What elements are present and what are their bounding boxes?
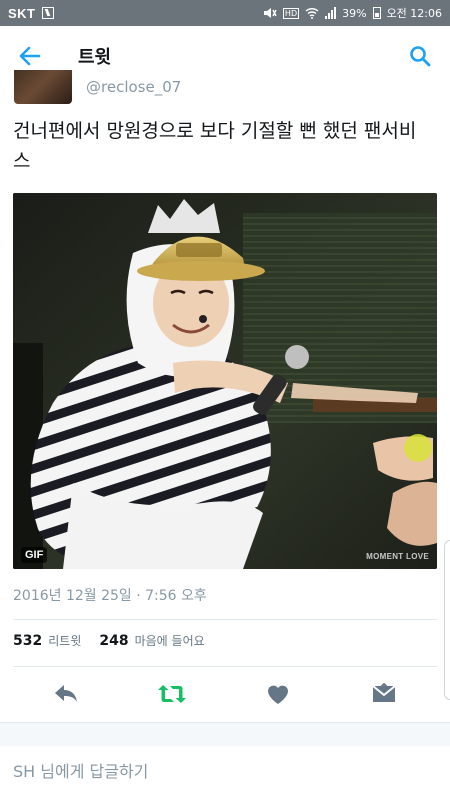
battery-percent: 39% [342,6,367,20]
direct-message-button[interactable] [359,674,409,714]
tweet-media[interactable]: GIF MOMENT LOVE [13,193,437,569]
author-handle[interactable]: @reclose_07 [86,78,181,96]
hd-voice-icon: HD [282,7,300,19]
reply-icon [55,685,77,702]
page-title: 트윗 [78,47,112,68]
retweets-label[interactable]: 리트윗 [48,632,81,649]
tweet-text: 건너편에서 망원경으로 보다 기절할 뻔 했던 팬서비스 [13,120,417,172]
notification-icon [41,7,54,19]
tweet-action-bar [13,672,437,716]
media-watermark: MOMENT LOVE [366,552,429,561]
arrow-left-icon [19,46,41,66]
retweets-count[interactable]: 532 [13,633,42,649]
likes-count[interactable]: 248 [99,633,128,649]
scroll-handle[interactable] [444,540,450,700]
tweet-timestamp: 2016년 12월 25일 · 7:56 오후 [13,588,207,604]
status-bar: SKT HD 39% 오전 12:06 [0,0,450,26]
likes-label[interactable]: 마음에 들어요 [135,632,205,649]
clock: 오전 12:06 [386,7,442,20]
envelope-icon [372,683,396,702]
signal-icon [325,7,337,19]
divider [13,666,437,667]
status-indicators: HD 39% 오전 12:06 [263,5,442,21]
carrier-label: SKT [8,5,36,21]
battery-icon [372,7,381,19]
wifi-icon [305,8,319,19]
search-icon [410,46,431,67]
divider [13,619,437,620]
section-separator [0,722,450,746]
retweet-button[interactable] [147,674,197,714]
heart-icon [268,685,288,704]
tweet-stats: 532 리트윗 248 마음에 들어요 [13,632,217,649]
media-image [13,193,437,569]
avatar[interactable] [14,70,72,104]
like-button[interactable] [253,674,303,714]
retweet-icon [158,685,186,703]
mute-icon [263,8,277,18]
gif-badge: GIF [21,547,48,563]
reply-button[interactable] [41,674,91,714]
reply-input[interactable]: SH 님에게 답글하기 [13,758,148,782]
tweet-author[interactable]: @reclose_07 [0,70,450,106]
